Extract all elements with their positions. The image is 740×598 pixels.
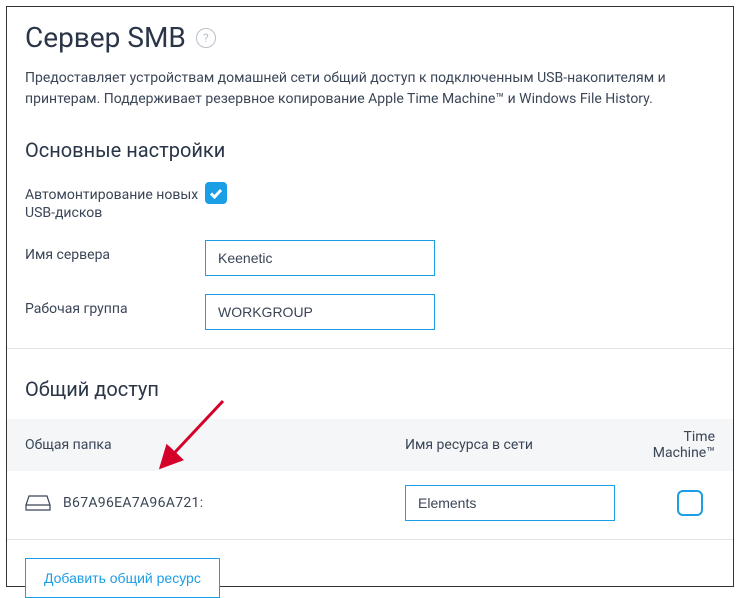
workgroup-label: Рабочая группа bbox=[25, 294, 205, 318]
server-name-input[interactable] bbox=[205, 240, 435, 276]
folder-name: B67A96EA7A96A721: bbox=[63, 495, 203, 511]
automount-row: Автомонтирование новых USB-дисков bbox=[25, 180, 715, 222]
page-title-row: Сервер SMB ? bbox=[25, 21, 715, 54]
col-resource-header: Имя ресурса в сети bbox=[405, 437, 635, 453]
footer-divider bbox=[7, 539, 733, 540]
resource-name-input[interactable] bbox=[405, 485, 615, 521]
add-share-button[interactable]: Добавить общий ресурс bbox=[25, 558, 220, 598]
server-name-row: Имя сервера bbox=[25, 240, 715, 276]
server-name-label: Имя сервера bbox=[25, 240, 205, 264]
page-description: Предоставляет устройствам домашней сети … bbox=[25, 68, 715, 110]
tm-cell bbox=[635, 490, 715, 516]
disk-icon bbox=[25, 495, 51, 511]
time-machine-checkbox[interactable] bbox=[677, 490, 703, 516]
sharing-title: Общий доступ bbox=[25, 377, 715, 401]
automount-checkbox[interactable] bbox=[205, 182, 227, 204]
basic-settings-title: Основные настройки bbox=[25, 138, 715, 162]
help-icon[interactable]: ? bbox=[196, 28, 216, 48]
workgroup-input[interactable] bbox=[205, 294, 435, 330]
folder-cell: B67A96EA7A96A721: bbox=[25, 495, 405, 511]
resource-cell bbox=[405, 485, 635, 521]
automount-label: Автомонтирование новых USB-дисков bbox=[25, 180, 205, 222]
col-folder-header: Общая папка bbox=[25, 437, 405, 453]
settings-panel: Сервер SMB ? Предоставляет устройствам д… bbox=[6, 6, 734, 587]
share-table-header: Общая папка Имя ресурса в сети Time Mach… bbox=[7, 419, 733, 471]
section-divider bbox=[7, 348, 733, 349]
page-title: Сервер SMB bbox=[25, 21, 186, 54]
col-tm-header: Time Machine™ bbox=[635, 429, 715, 461]
workgroup-row: Рабочая группа bbox=[25, 294, 715, 330]
table-row: B67A96EA7A96A721: bbox=[7, 471, 733, 535]
